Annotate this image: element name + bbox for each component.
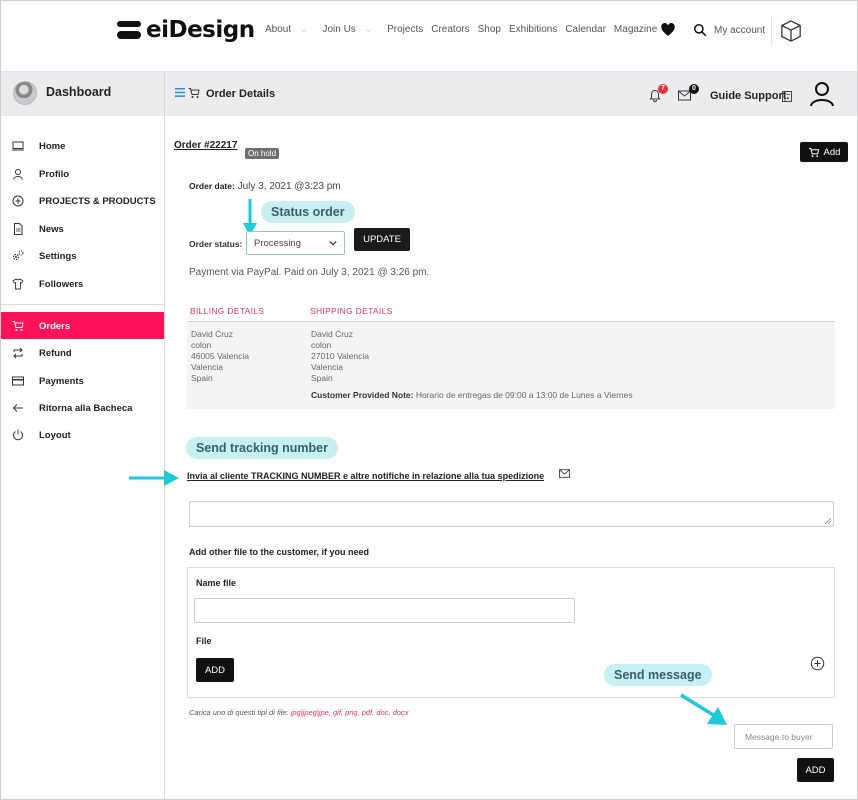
order-date: Order date: July 3, 2021 @3:23 pm [189, 181, 341, 192]
file-label: File [196, 636, 212, 646]
callout-send-message: Send message [604, 664, 712, 686]
sidebar-item-followers[interactable]: Followers [1, 270, 164, 297]
order-number[interactable]: Order #22217 [174, 140, 237, 151]
cart-icon [12, 321, 24, 331]
sidebar-item-payments[interactable]: Payments [1, 367, 164, 394]
sidebar-item-logout[interactable]: Loyout [1, 421, 164, 448]
brand-logo[interactable]: eiDesign [117, 17, 255, 43]
card-icon [12, 376, 24, 386]
billing-address: David Cruz colon 46005 Valencia Valencia… [191, 329, 249, 383]
sidebar-item-news[interactable]: News [1, 215, 164, 242]
notifications-badge: 7 [658, 84, 668, 94]
customer-note: Customer Provided Note: Horario de entre… [311, 390, 633, 400]
menu-item-calendar[interactable]: Calendar [565, 24, 606, 35]
menu-item-exhibitions[interactable]: Exhibitions [509, 24, 557, 35]
arrow-right-icon [129, 470, 179, 486]
cart-icon [808, 147, 819, 157]
sidebar-item-profilo[interactable]: Profilo [1, 160, 164, 187]
add-file-section-label: Add other file to the customer, if you n… [189, 547, 370, 557]
dashboard-title-block: Dashboard [1, 72, 165, 116]
menu-item-creators[interactable]: Creators [431, 24, 469, 35]
callout-status-order: Status order [261, 201, 355, 223]
chevron-down-icon [329, 240, 337, 246]
power-icon [13, 429, 23, 441]
menu-item-magazine[interactable]: Magazine [614, 24, 657, 35]
order-details-main: Order #22217 On hold Add Order date: Jul… [129, 116, 857, 799]
order-status-label: Order status: [189, 239, 243, 249]
plus-circle-icon[interactable] [810, 656, 825, 671]
shirt-icon [12, 278, 24, 290]
add-file-button[interactable]: ADD [196, 658, 234, 682]
my-account-link[interactable]: My account [714, 25, 765, 36]
order-status-select[interactable]: Processing [246, 231, 345, 255]
monitor-icon [12, 141, 24, 151]
user-profile-icon[interactable] [809, 81, 835, 107]
add-button[interactable]: Add [800, 142, 848, 162]
menu-toggle-icon[interactable] [175, 88, 185, 97]
menu-item-projects[interactable]: Projects [387, 24, 423, 35]
chevron-down-icon: ⌵ [365, 27, 372, 34]
cart-icon [188, 88, 200, 98]
send-tracking-link[interactable]: Invia al cliente TRACKING NUMBER e altre… [187, 471, 544, 481]
status-badge: On hold [245, 148, 280, 159]
guide-support-link[interactable]: Guide Support. [710, 90, 789, 102]
menu-item-about[interactable]: About ⌵ [265, 24, 314, 35]
cube-icon[interactable] [780, 19, 802, 43]
add-message-button[interactable]: ADD [797, 758, 834, 782]
name-file-label: Name file [196, 578, 237, 588]
avatar[interactable] [13, 81, 37, 105]
arrow-down-right-icon [680, 693, 727, 725]
page-title: Order Details [206, 88, 276, 100]
divider [771, 17, 772, 45]
menu-item-join-us[interactable]: Join Us ⌵ [322, 24, 379, 35]
repeat-icon [13, 347, 23, 359]
menu-item-shop[interactable]: Shop [478, 24, 501, 35]
search-icon[interactable] [693, 23, 707, 37]
brand-name: eiDesign [146, 17, 255, 43]
file-types-hint: Carica uno di questi tipi di file: jpg|j… [189, 708, 409, 717]
page-frame: eiDesign About ⌵ Join Us ⌵ Projects Creato… [0, 0, 858, 800]
sidebar-item-refund[interactable]: Refund [1, 339, 164, 366]
update-button[interactable]: UPDATE [354, 228, 410, 251]
gears-icon [12, 250, 24, 261]
sidebar-item-settings[interactable]: Settings [1, 242, 164, 269]
top-navigation: eiDesign About ⌵ Join Us ⌵ Projects Creato… [1, 1, 857, 72]
name-file-input[interactable] [194, 598, 575, 623]
billing-heading: BILLING DETAILS [190, 306, 265, 316]
chevron-down-icon: ⌵ [301, 27, 307, 34]
document-icon [14, 223, 23, 235]
shipping-heading: SHIPPING DETAILS [310, 306, 393, 316]
sidebar: Home Profilo PROJECTS & PRODUCTS News Se… [1, 116, 165, 799]
mail-icon[interactable] [559, 469, 570, 478]
sidebar-item-orders[interactable]: Orders [1, 312, 164, 339]
address-panel: David Cruz colon 46005 Valencia Valencia… [187, 321, 835, 409]
logo-mark-icon [117, 19, 143, 41]
sidebar-item-ritorna-alla-bacheca[interactable]: Ritorna alla Bacheca [1, 394, 164, 421]
payment-info: Payment via PayPal. Paid on July 3, 2021… [189, 267, 430, 278]
sidebar-divider [1, 304, 164, 305]
messages-badge: 0 [689, 84, 699, 94]
shipping-address: David Cruz colon 27010 Valencia Valencia… [311, 329, 369, 383]
plus-circle-icon [12, 195, 24, 207]
main-menu: About ⌵ Join Us ⌵ Projects Creators Shop E… [265, 24, 665, 35]
sidebar-item-projects-products[interactable]: PROJECTS & PRODUCTS [1, 187, 164, 214]
file-upload-panel [187, 567, 835, 698]
book-icon[interactable] [782, 91, 792, 102]
callout-send-tracking: Send tracking number [186, 437, 338, 459]
user-icon [13, 169, 23, 180]
dashboard-header: Dashboard Order Details 7 0 Guide Suppor… [1, 72, 857, 116]
message-to-buyer-input[interactable]: Message to buyer [734, 724, 833, 749]
resize-handle-icon[interactable] [825, 518, 831, 524]
sidebar-item-home[interactable]: Home [1, 132, 164, 159]
dashboard-title: Dashboard [46, 85, 112, 99]
arrow-left-icon [12, 404, 23, 412]
tracking-textarea[interactable] [189, 501, 834, 527]
heart-icon[interactable] [660, 22, 676, 38]
